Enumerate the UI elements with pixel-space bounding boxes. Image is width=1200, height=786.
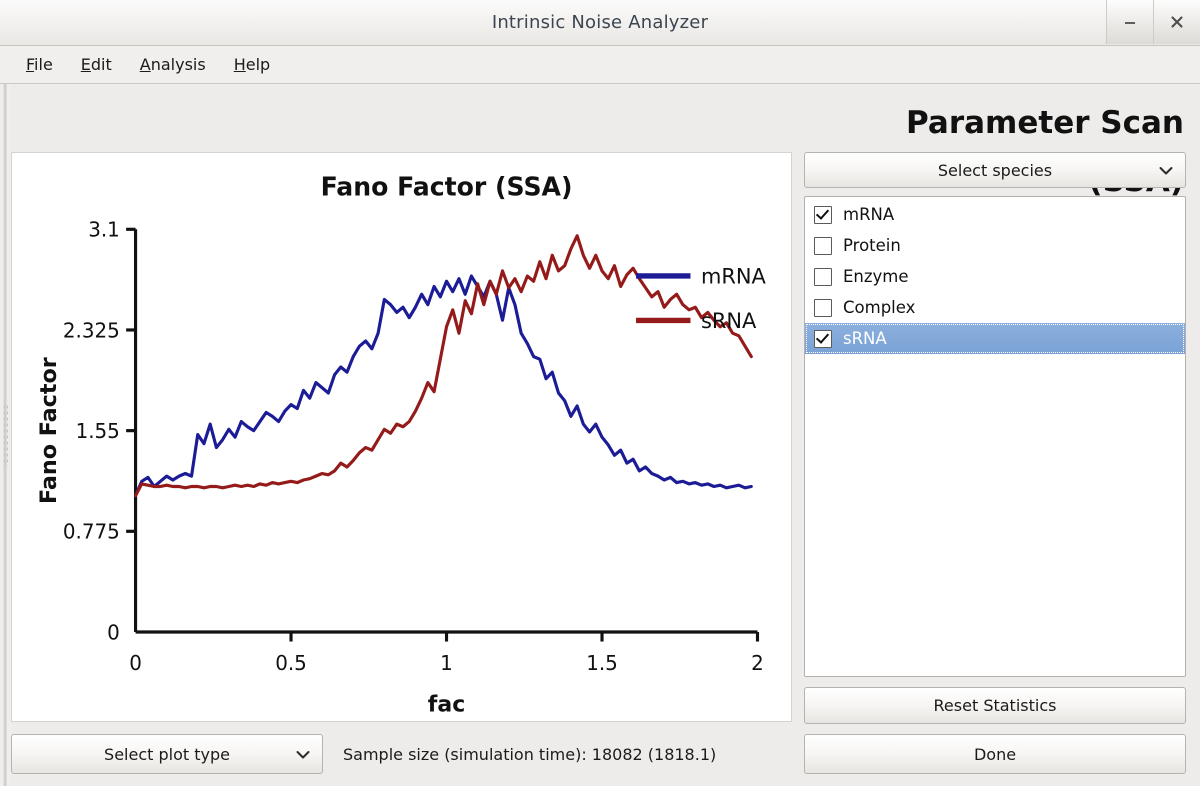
x-tick-label: 0.5 xyxy=(275,651,307,675)
species-label: mRNA xyxy=(843,205,895,224)
plot-card: Fano Factor (SSA) 0 0.775 1.55 2.325 3.1 0 0.5 1… xyxy=(11,152,792,722)
window-controls xyxy=(1106,0,1200,44)
menu-item-file[interactable]: File xyxy=(12,51,67,78)
menu-item-edit[interactable]: Edit xyxy=(67,51,126,78)
species-label: Protein xyxy=(843,236,901,255)
y-axis-label: Fano Factor xyxy=(36,357,62,504)
y-tick-label: 3.1 xyxy=(88,218,120,242)
minimize-button[interactable] xyxy=(1106,0,1153,44)
main-body: Fano Factor (SSA) 0 0.775 1.55 2.325 3.1 0 0.5 1… xyxy=(0,84,1200,786)
plot-bottom-bar: Select plot type Sample size (simulation… xyxy=(11,734,792,774)
action-buttons: Reset Statistics Done xyxy=(804,687,1186,774)
legend-label-mRNA: mRNA xyxy=(701,263,766,288)
plot-type-dropdown[interactable]: Select plot type xyxy=(11,734,323,774)
checkbox-unchecked-icon[interactable] xyxy=(814,236,832,255)
page-title: Parameter Scan (SSA) xyxy=(906,105,1184,199)
done-button[interactable]: Done xyxy=(804,734,1186,774)
window-title: Intrinsic Noise Analyzer xyxy=(491,12,709,33)
content-area: Fano Factor (SSA) 0 0.775 1.55 2.325 3.1 0 0.5 1… xyxy=(11,84,1200,786)
species-label: Enzyme xyxy=(843,267,909,286)
chevron-down-icon xyxy=(1159,161,1173,180)
x-tick-label: 1.5 xyxy=(586,651,618,675)
checkbox-checked-icon[interactable] xyxy=(814,205,832,224)
reset-statistics-button[interactable]: Reset Statistics xyxy=(804,687,1186,724)
chevron-down-icon xyxy=(296,745,310,764)
species-row[interactable]: sRNA xyxy=(805,323,1185,354)
y-tick-label: 0.775 xyxy=(63,520,120,544)
y-tick-label: 0 xyxy=(107,620,120,644)
y-tick-label: 2.325 xyxy=(63,318,120,342)
close-button[interactable] xyxy=(1153,0,1200,44)
left-title-spacer xyxy=(11,94,792,152)
species-row[interactable]: Enzyme xyxy=(805,261,1185,292)
x-axis-label: fac xyxy=(428,691,465,717)
series-line-mRNA xyxy=(133,274,753,498)
chart-title: Fano Factor (SSA) xyxy=(321,172,573,201)
close-icon xyxy=(1170,15,1184,29)
x-tick-label: 2 xyxy=(751,651,764,675)
fano-factor-chart: Fano Factor (SSA) 0 0.775 1.55 2.325 3.1 0 0.5 1… xyxy=(36,172,766,717)
y-tick-label: 1.55 xyxy=(76,419,120,443)
species-label: Complex xyxy=(843,298,916,317)
title-bar: Intrinsic Noise Analyzer xyxy=(0,0,1200,46)
menu-bar: File Edit Analysis Help xyxy=(0,46,1200,84)
pane-splitter[interactable] xyxy=(0,84,11,786)
species-row[interactable]: mRNA xyxy=(805,199,1185,230)
species-row[interactable]: Complex xyxy=(805,292,1185,323)
done-label: Done xyxy=(973,744,1017,764)
splitter-grip-icon xyxy=(3,404,8,466)
minimize-icon xyxy=(1123,15,1137,29)
species-list[interactable]: mRNA Protein Enzyme Complex sRNA xyxy=(804,196,1186,677)
checkbox-unchecked-icon[interactable] xyxy=(814,267,832,286)
species-label: sRNA xyxy=(843,329,887,348)
application-window: Intrinsic Noise Analyzer File Edit Analy… xyxy=(0,0,1200,786)
plot-pane: Fano Factor (SSA) 0 0.775 1.55 2.325 3.1 0 0.5 1… xyxy=(11,94,792,774)
plot-type-label: Select plot type xyxy=(104,744,230,764)
menu-item-help[interactable]: Help xyxy=(220,51,284,78)
controls-pane: Parameter Scan (SSA) Select species mRNA… xyxy=(804,94,1186,774)
reset-statistics-label: Reset Statistics xyxy=(933,696,1057,715)
x-tick-label: 0 xyxy=(129,651,142,675)
sample-size-status: Sample size (simulation time): 18082 (18… xyxy=(343,744,717,764)
legend-label-sRNA: sRNA xyxy=(701,308,757,333)
menu-item-analysis[interactable]: Analysis xyxy=(126,51,220,78)
select-species-dropdown[interactable]: Select species xyxy=(804,152,1186,188)
species-row[interactable]: Protein xyxy=(805,230,1185,261)
x-tick-label: 1 xyxy=(440,651,453,675)
select-species-label: Select species xyxy=(937,160,1053,180)
checkbox-unchecked-icon[interactable] xyxy=(814,298,832,317)
checkbox-checked-icon[interactable] xyxy=(814,329,832,348)
